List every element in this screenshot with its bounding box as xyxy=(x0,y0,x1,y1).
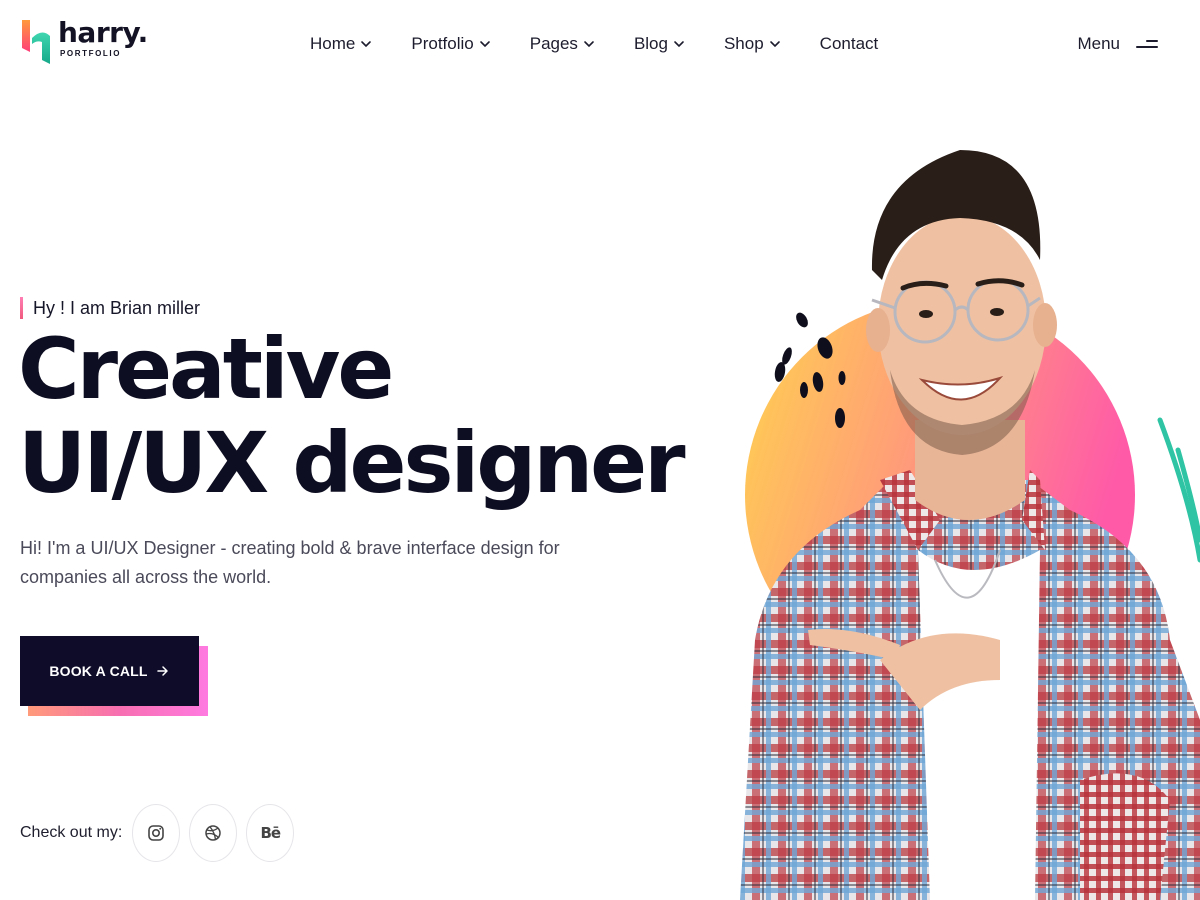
nav-item-home[interactable]: Home xyxy=(310,30,373,58)
nav-item-label: Contact xyxy=(819,34,879,53)
behance-link[interactable]: Bē xyxy=(246,804,295,862)
hero-intro: Hi! I'm a UI/UX Designer - creating bold… xyxy=(20,534,580,592)
nav-item-label: Blog xyxy=(633,34,668,53)
social-label: Check out my: xyxy=(20,824,123,841)
chevron-down-icon xyxy=(674,41,684,48)
main-nav: Home Protfolio Pages Blog Shop Contact xyxy=(310,30,878,58)
nav-item-label: Shop xyxy=(723,34,764,53)
social-links: Check out my: Bē xyxy=(20,804,303,862)
chevron-down-icon xyxy=(769,41,780,48)
dribbble-icon xyxy=(205,825,222,841)
menu-button[interactable]: Menu xyxy=(1077,30,1158,58)
nav-item-shop[interactable]: Shop xyxy=(724,30,782,58)
chevron-down-icon xyxy=(479,41,490,48)
headline-line-2: UI/UX designer xyxy=(18,414,686,512)
chevron-down-icon xyxy=(361,41,372,48)
nav-item-label: Pages xyxy=(529,34,578,53)
dribbble-link[interactable] xyxy=(189,804,238,862)
nav-item-portfolio[interactable]: Protfolio xyxy=(411,30,491,58)
cta-label: BOOK A CALL xyxy=(49,663,148,679)
intro-line-1: Hi! I'm a UI/UX Designer - creating bold… xyxy=(20,538,560,558)
chevron-down-icon xyxy=(584,41,594,48)
brand-name: harry. xyxy=(58,16,148,49)
intro-line-2: companies all across the world. xyxy=(20,567,272,587)
brand-logo[interactable]: harry. PORTFOLIO xyxy=(20,18,150,70)
behance-icon: Bē xyxy=(260,824,281,842)
nav-item-pages[interactable]: Pages xyxy=(530,30,596,58)
nav-item-blog[interactable]: Blog xyxy=(634,30,686,58)
hero-portrait-image xyxy=(740,150,1200,900)
hero-headline: Creative UI/UX designer xyxy=(18,320,686,512)
headline-line-1: Creative xyxy=(18,320,394,418)
hero-greeting: Hy ! I am Brian miller xyxy=(20,296,200,320)
arrow-right-icon xyxy=(156,666,168,676)
brand-tagline: PORTFOLIO xyxy=(60,49,122,58)
instagram-icon xyxy=(148,825,165,841)
nav-item-contact[interactable]: Contact xyxy=(820,30,879,58)
book-call-button[interactable]: BOOK A CALL xyxy=(20,636,199,706)
hamburger-icon xyxy=(1134,38,1158,50)
instagram-link[interactable] xyxy=(132,804,181,862)
nav-item-label: Home xyxy=(310,34,356,53)
book-call-wrapper: BOOK A CALL xyxy=(20,636,208,716)
site-header: harry. PORTFOLIO Home Protfolio Pages Bl… xyxy=(0,0,1200,88)
nav-item-label: Protfolio xyxy=(411,34,474,53)
menu-label: Menu xyxy=(1077,34,1120,53)
logo-mark-icon xyxy=(22,20,50,64)
